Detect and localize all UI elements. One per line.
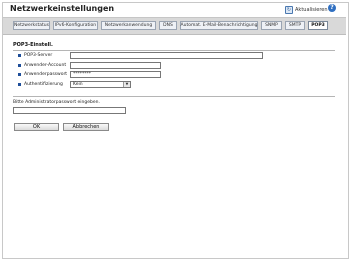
section-divider xyxy=(13,50,335,51)
admin-password-input[interactable] xyxy=(13,107,126,114)
tab-dns[interactable]: DNS xyxy=(159,21,177,30)
bullet-icon xyxy=(18,83,21,86)
password-label: Anwenderpasswort xyxy=(24,72,68,77)
bullet-icon xyxy=(18,73,21,76)
tab-pop3[interactable]: POP3 xyxy=(308,21,328,30)
refresh-label[interactable]: Aktualisieren xyxy=(295,7,328,13)
authentication-value: Kein xyxy=(73,82,83,87)
tab-ipv6-konfiguration[interactable]: IPv6-Konfiguration xyxy=(53,21,98,30)
tab-snmp[interactable]: SNMP xyxy=(261,21,282,30)
cancel-button[interactable]: Abbrechen xyxy=(63,123,109,131)
tab-netzwerkstatus[interactable]: Netzwerkstatus xyxy=(13,21,50,30)
row-account: Anwender-Account xyxy=(18,62,66,69)
pop3-server-input[interactable] xyxy=(70,52,263,59)
tab-netzwerkanwendung[interactable]: Netzwerkanwendung xyxy=(101,21,156,30)
row-password: Anwenderpasswort xyxy=(18,71,67,78)
password-input[interactable]: ******** xyxy=(70,71,161,78)
row-pop3-server: POP3-Server xyxy=(18,52,52,59)
bullet-icon xyxy=(18,54,21,57)
ok-button[interactable]: OK xyxy=(14,123,59,131)
refresh-icon[interactable]: ↻ xyxy=(285,6,293,14)
row-authentication: Authentifizierung xyxy=(18,81,63,88)
tab-email-benachrichtigung[interactable]: Automat. E-Mail-Benachrichtigung xyxy=(180,21,258,30)
tab-smtp[interactable]: SMTP xyxy=(285,21,305,30)
tab-bar: Netzwerkstatus IPv6-Konfiguration Netzwe… xyxy=(3,17,346,35)
admin-password-label: Bitte Administratorpasswort eingeben. xyxy=(13,100,100,105)
pop3-server-label: POP3-Server xyxy=(24,53,53,58)
page-title: Netzwerkeinstellungen xyxy=(10,4,115,13)
account-input[interactable] xyxy=(70,62,161,69)
chevron-down-icon[interactable]: ▼ xyxy=(123,82,130,87)
account-label: Anwender-Account xyxy=(24,63,67,68)
refresh-link[interactable]: ↻ Aktualisieren xyxy=(285,6,328,14)
bullet-icon xyxy=(18,64,21,67)
admin-divider xyxy=(13,96,335,97)
help-icon[interactable]: ? xyxy=(328,4,336,12)
section-title: POP3-Einstell. xyxy=(13,42,53,48)
authentication-select[interactable]: Kein ▼ xyxy=(70,81,131,88)
authentication-label: Authentifizierung xyxy=(24,82,63,87)
